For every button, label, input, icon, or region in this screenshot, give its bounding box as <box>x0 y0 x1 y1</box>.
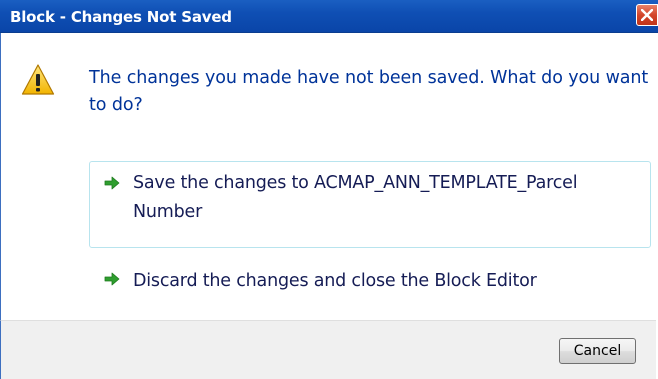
save-changes-label: Save the changes to ACMAP_ANN_TEMPLATE_P… <box>133 173 578 222</box>
close-icon <box>641 9 653 21</box>
close-button[interactable] <box>636 4 658 26</box>
green-arrow-icon <box>104 272 120 286</box>
title-bar[interactable]: Block - Changes Not Saved <box>0 0 658 33</box>
green-arrow-icon <box>104 176 120 190</box>
discard-changes-label: Discard the changes and close the Block … <box>133 271 537 291</box>
window-title: Block - Changes Not Saved <box>10 8 232 26</box>
cancel-button[interactable]: Cancel <box>559 338 636 364</box>
discard-changes-option[interactable]: Discard the changes and close the Block … <box>89 260 651 302</box>
dialog-content: The changes you made have not been saved… <box>0 33 656 320</box>
dialog-window: Block - Changes Not Saved The changes yo… <box>0 0 658 379</box>
dialog-footer: Cancel <box>0 320 656 379</box>
save-changes-option[interactable]: Save the changes to ACMAP_ANN_TEMPLATE_P… <box>89 161 651 248</box>
main-instruction: The changes you made have not been saved… <box>89 68 649 115</box>
warning-icon <box>21 64 55 95</box>
